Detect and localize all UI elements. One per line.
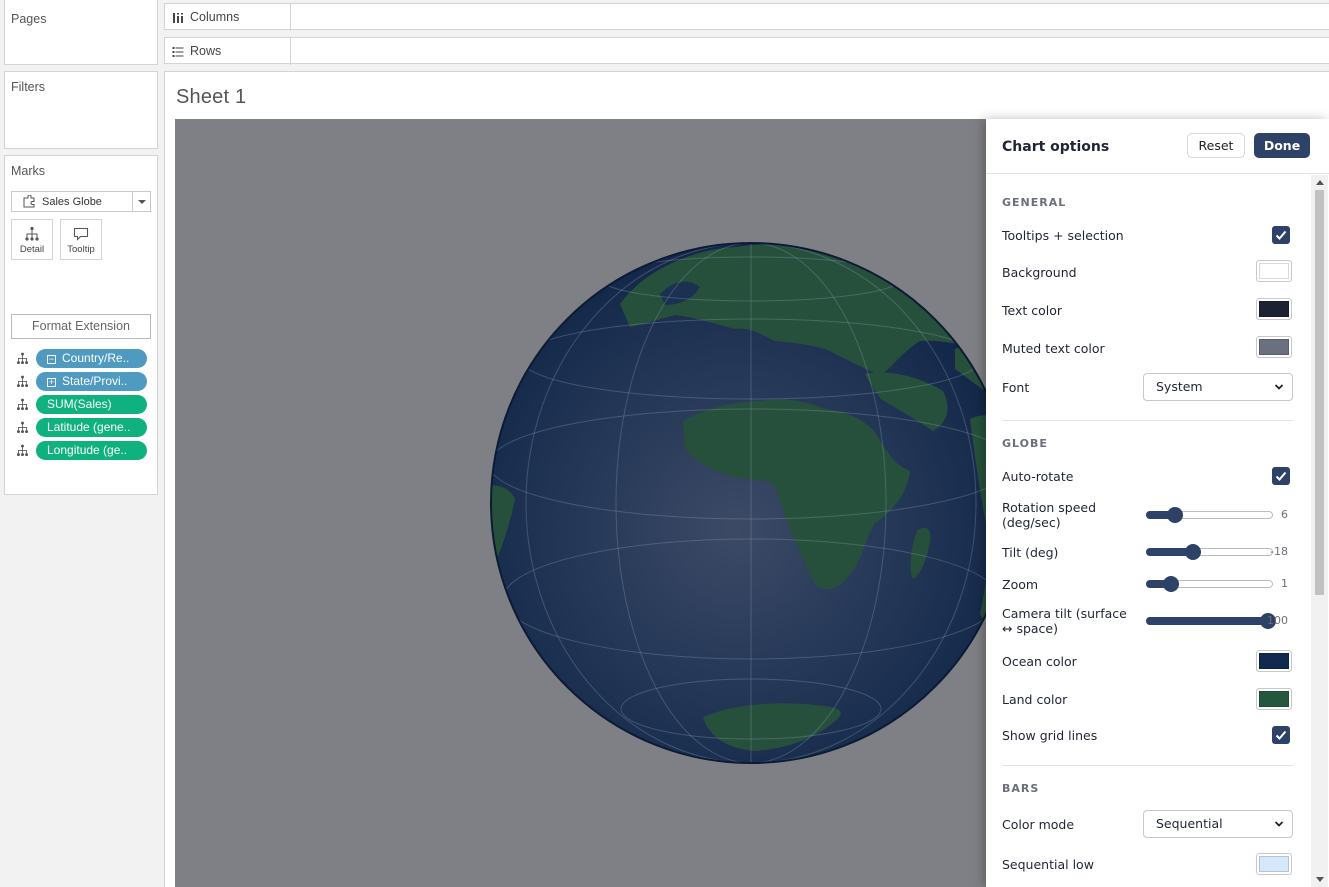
slider-handle[interactable]: [1184, 544, 1201, 560]
field-pill[interactable]: SUM(Sales): [36, 395, 147, 414]
globe[interactable]: [175, 119, 990, 887]
font-select-value: System: [1156, 379, 1203, 394]
color-mode-select[interactable]: Sequential: [1143, 810, 1293, 838]
text-color-label: Text color: [1002, 303, 1063, 318]
slider-handle[interactable]: [1167, 507, 1184, 523]
section-bars-heading: BARS: [1002, 782, 1040, 795]
text-color-swatch[interactable]: [1256, 298, 1292, 320]
detail-icon: [16, 444, 29, 462]
chart-options-panel: Chart options Reset Done GENERAL Tooltip…: [986, 119, 1329, 887]
scroll-up-arrow-icon[interactable]: [1316, 180, 1324, 185]
grid-lines-label: Show grid lines: [1002, 728, 1098, 743]
extension-icon: [22, 194, 36, 211]
chevron-down-icon[interactable]: [132, 192, 150, 211]
done-button[interactable]: Done: [1254, 133, 1310, 158]
ocean-color-label: Ocean color: [1002, 654, 1077, 669]
marks-title: Marks: [11, 164, 46, 178]
rows-label: Rows: [190, 44, 222, 58]
scroll-thumb[interactable]: [1315, 190, 1324, 595]
detail-icon: [16, 352, 29, 370]
filters-card[interactable]: Filters: [4, 71, 158, 149]
collapse-toggle[interactable]: −: [47, 355, 56, 364]
field-label: State/Provi..: [62, 374, 128, 388]
sequential-low-swatch[interactable]: [1256, 853, 1292, 875]
detail-icon: [16, 421, 29, 439]
section-globe-heading: GLOBE: [1002, 437, 1048, 450]
check-icon: [1275, 730, 1287, 740]
font-label: Font: [1002, 380, 1030, 395]
grid-lines-checkbox[interactable]: [1272, 726, 1290, 744]
panel-header: Chart options Reset Done: [986, 119, 1329, 174]
section-general-heading: GENERAL: [1002, 196, 1067, 209]
chevron-down-icon: [1274, 384, 1284, 390]
columns-icon: [172, 11, 184, 29]
check-icon: [1275, 471, 1287, 481]
pages-title: Pages: [11, 12, 47, 26]
marks-card: Marks Sales Globe Detail Tooltip Format …: [4, 155, 158, 495]
detail-icon: [16, 398, 29, 416]
slider-handle[interactable]: [1163, 576, 1180, 592]
columns-shelf[interactable]: Columns: [164, 3, 1329, 31]
muted-text-color-label: Muted text color: [1002, 341, 1105, 356]
field-pill[interactable]: + State/Provi..: [36, 372, 147, 391]
detail-button[interactable]: Detail: [11, 219, 53, 260]
tooltip-label: Tooltip: [67, 244, 95, 255]
tilt-slider[interactable]: [1146, 544, 1273, 560]
globe-viz[interactable]: [175, 119, 990, 887]
zoom-slider[interactable]: [1146, 576, 1273, 592]
mark-type-label: Sales Globe: [42, 196, 102, 208]
background-color-swatch[interactable]: [1256, 260, 1292, 282]
field-pill[interactable]: Longitude (ge..: [36, 441, 147, 460]
rows-icon: [172, 45, 184, 63]
camera-tilt-slider[interactable]: [1146, 613, 1276, 629]
filters-title: Filters: [11, 80, 46, 94]
background-label: Background: [1002, 265, 1077, 280]
font-select[interactable]: System: [1143, 373, 1293, 401]
land-color-label: Land color: [1002, 692, 1068, 707]
scroll-down-arrow-icon[interactable]: [1316, 877, 1324, 882]
field-pill[interactable]: Latitude (gene..: [36, 418, 147, 437]
field-pill[interactable]: − Country/Re..: [36, 349, 147, 368]
field-label: Country/Re..: [62, 351, 130, 365]
auto-rotate-label: Auto-rotate: [1002, 469, 1074, 484]
check-icon: [1275, 230, 1287, 240]
reset-button[interactable]: Reset: [1187, 133, 1245, 158]
auto-rotate-checkbox[interactable]: [1272, 467, 1290, 485]
land-color-swatch[interactable]: [1256, 688, 1292, 710]
muted-text-color-swatch[interactable]: [1256, 336, 1292, 358]
tooltips-label: Tooltips + selection: [1002, 228, 1124, 243]
format-extension-button[interactable]: Format Extension: [11, 314, 151, 339]
ocean-color-swatch[interactable]: [1256, 650, 1292, 672]
chevron-down-icon: [1274, 821, 1284, 827]
sheet-title: Sheet 1: [176, 86, 247, 108]
rows-shelf[interactable]: Rows: [164, 37, 1329, 65]
panel-title: Chart options: [1002, 139, 1110, 155]
tilt-label: Tilt (deg): [1002, 545, 1059, 560]
columns-label: Columns: [190, 10, 240, 24]
detail-icon: [25, 226, 39, 241]
zoom-label: Zoom: [1002, 577, 1039, 592]
section-divider: [1002, 765, 1293, 766]
tableau-workspace: Pages Filters Marks Sales Globe Detail T…: [0, 0, 1329, 887]
rotation-speed-label: Rotation speed (deg/sec): [1002, 500, 1097, 530]
shelf-divider: [290, 4, 291, 31]
color-mode-value: Sequential: [1156, 816, 1223, 831]
detail-label: Detail: [19, 244, 45, 255]
mark-type-dropdown[interactable]: Sales Globe: [11, 191, 151, 212]
tooltip-icon: [73, 227, 89, 241]
sequential-low-label: Sequential low: [1002, 857, 1094, 872]
expand-toggle[interactable]: +: [47, 378, 56, 387]
color-mode-label: Color mode: [1002, 817, 1075, 832]
detail-icon: [16, 375, 29, 393]
camera-tilt-label: Camera tilt (surface ↔ space): [1002, 606, 1127, 636]
section-divider: [1002, 420, 1293, 421]
tooltips-checkbox[interactable]: [1272, 226, 1290, 244]
shelf-divider: [290, 38, 291, 65]
pages-card[interactable]: Pages: [4, 0, 158, 65]
tooltip-button[interactable]: Tooltip: [60, 219, 102, 260]
rotation-speed-slider[interactable]: [1146, 507, 1273, 523]
panel-scrollbar[interactable]: [1311, 175, 1328, 887]
